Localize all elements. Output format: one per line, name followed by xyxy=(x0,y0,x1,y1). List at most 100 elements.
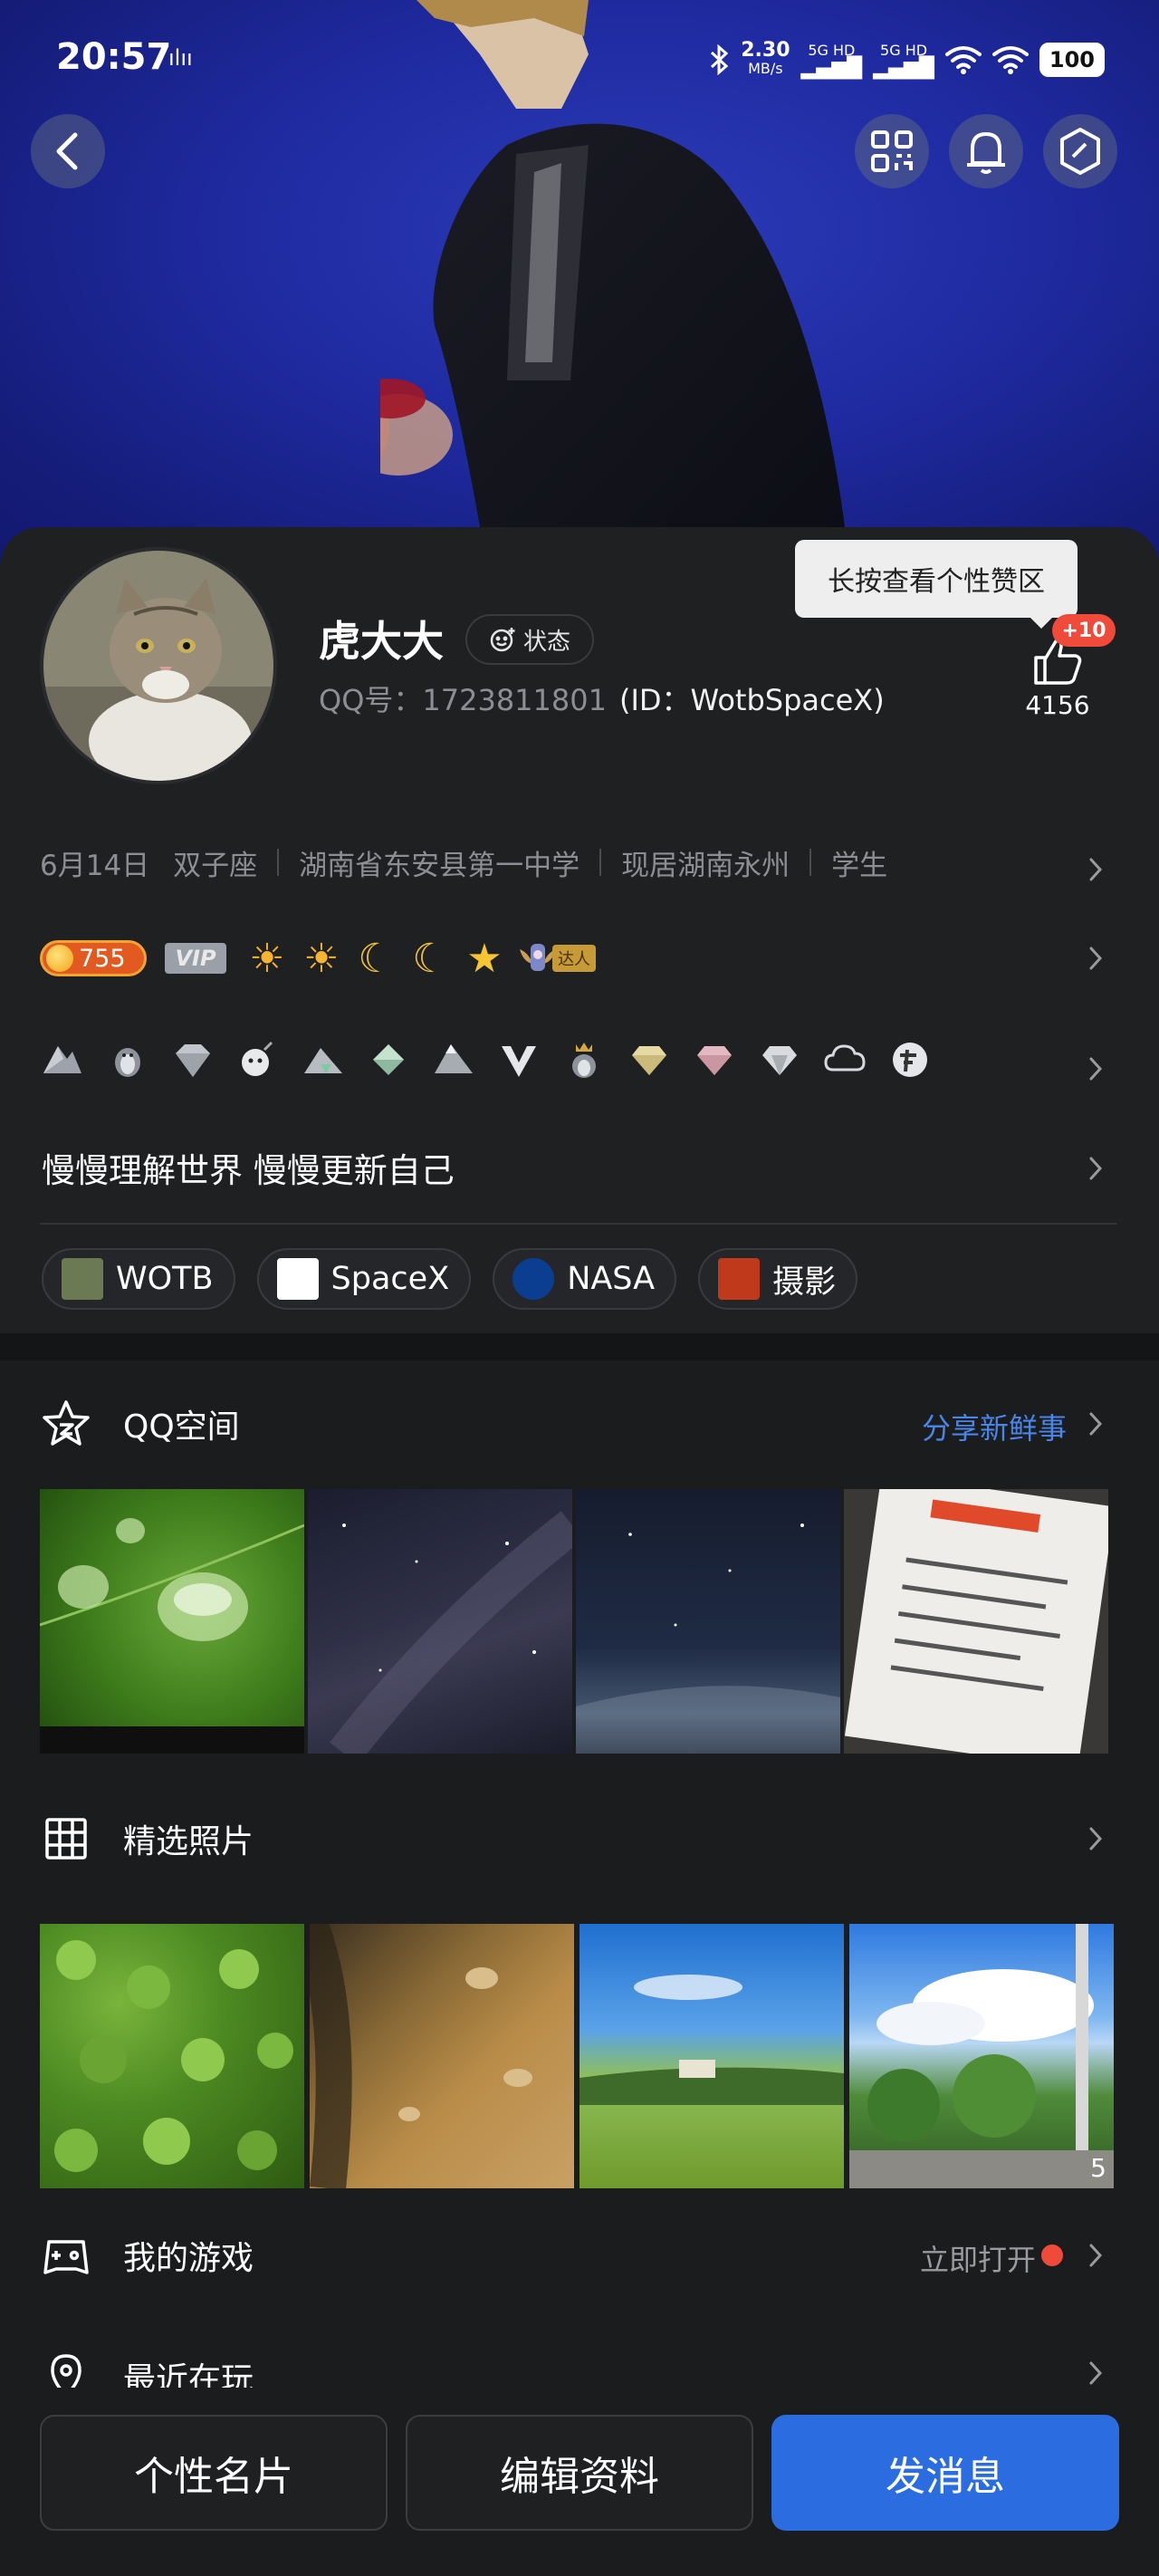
wifi-icon-2 xyxy=(991,46,1029,74)
clover-illustration xyxy=(54,1940,293,2172)
selected-photos-section: 精选照片 5 xyxy=(0,1793,1159,2210)
coin-icon xyxy=(46,945,73,972)
divider xyxy=(599,849,602,876)
grid-icon xyxy=(45,1818,87,1860)
chevron-right-icon xyxy=(1089,1827,1103,1850)
chevron-right-icon xyxy=(1089,858,1103,881)
audio-wave-icon: ılıı xyxy=(168,45,193,71)
back-button[interactable] xyxy=(31,114,105,188)
photography-icon xyxy=(718,1258,761,1300)
recent-section[interactable]: 最近在玩 xyxy=(0,2310,1159,2388)
selected-photo-ground[interactable] xyxy=(310,1924,574,2188)
spacex-logo-icon xyxy=(276,1258,319,1300)
settings-button[interactable] xyxy=(1043,114,1117,188)
cover-photo[interactable]: 20:57 ılıı 2.30 MB/s 5G HD ▂▄▆█ 5G HD ▂▄… xyxy=(0,0,1159,580)
ticket-illustration xyxy=(844,1489,1108,1754)
qzone-photo-waterdrop[interactable] xyxy=(40,1489,304,1754)
selected-photos-title: 精选照片 xyxy=(123,1823,254,1860)
share-new-button[interactable]: 分享新鲜事 xyxy=(922,1406,1067,1447)
tag-wotb[interactable]: WOTB xyxy=(42,1248,235,1310)
qzone-photo-milkyway-1[interactable] xyxy=(308,1489,572,1754)
gamepad-icon xyxy=(43,2240,89,2274)
cat-avatar-image xyxy=(43,551,273,781)
selected-photo-field[interactable] xyxy=(580,1924,844,2188)
interest-tags: WOTB SpaceX NASA 摄影 xyxy=(42,1248,858,1310)
profile-info-row[interactable]: 6月14日 双子座 湖南省东安县第一中学 现居湖南永州 学生 xyxy=(40,837,1126,888)
sun-level-icon: ☀ xyxy=(249,935,285,982)
section-divider xyxy=(40,1223,1117,1225)
tag-nasa[interactable]: NASA xyxy=(493,1248,677,1310)
pink-gem-badge-icon xyxy=(697,1046,732,1075)
status-time: 20:57 xyxy=(56,36,172,78)
level-badges-row[interactable]: 755 VIP ☀ ☀ ☾ ☾ ★ 达人 xyxy=(40,933,610,984)
divider xyxy=(809,849,812,876)
tag-label: SpaceX xyxy=(330,1261,450,1297)
tag-label: 摄影 xyxy=(772,1264,837,1301)
qzone-photos xyxy=(40,1489,1108,1754)
penguin-badge-icon xyxy=(115,1048,140,1077)
qzone-title: QQ空间 xyxy=(123,1408,240,1446)
notification-button[interactable] xyxy=(949,114,1023,188)
chevron-right-icon xyxy=(1089,1412,1103,1436)
qzone-photo-ticket[interactable] xyxy=(844,1489,1108,1754)
battery-level: 100 xyxy=(1039,43,1105,77)
qq-number-line[interactable]: QQ号：1723811801 (ID：WotbSpaceX) xyxy=(319,678,885,719)
moon-level-icon: ☾ xyxy=(358,935,394,982)
divider xyxy=(277,849,280,876)
status-bar: 20:57 ılıı 2.30 MB/s 5G HD ▂▄▆█ 5G HD ▂▄… xyxy=(0,0,1159,118)
level-pill: 755 xyxy=(40,940,147,976)
medal-badges-row[interactable] xyxy=(40,1033,933,1087)
crossfire-badge-icon xyxy=(893,1043,927,1077)
status-button[interactable]: 状态 xyxy=(465,614,594,665)
chevron-left-icon xyxy=(56,132,78,170)
net-speed-unit: MB/s xyxy=(748,60,783,77)
games-title: 我的游戏 xyxy=(123,2240,254,2277)
like-increment-badge: +10 xyxy=(1052,614,1116,647)
gold-gem-badge-icon xyxy=(632,1046,666,1075)
profile-card-button[interactable]: 个性名片 xyxy=(40,2415,388,2531)
chevron-right-icon xyxy=(1089,1157,1103,1180)
nickname: 虎大大 xyxy=(319,617,444,666)
qzone-header[interactable]: QQ空间 xyxy=(40,1397,240,1451)
signature[interactable]: 慢慢理解世界 慢慢更新自己 xyxy=(42,1143,455,1192)
qq-number: QQ号：1723811801 xyxy=(319,683,607,717)
zodiac: 双子座 xyxy=(173,849,258,882)
recent-header: 最近在玩 xyxy=(40,2350,254,2388)
selected-photos-header[interactable]: 精选照片 xyxy=(40,1812,254,1866)
star-outline-icon xyxy=(43,1400,90,1446)
selected-photo-clover[interactable] xyxy=(40,1924,304,2188)
chevron-right-icon xyxy=(1089,1057,1103,1081)
green-gem-badge-icon xyxy=(373,1044,404,1075)
qq-id: (ID：WotbSpaceX) xyxy=(618,683,885,717)
signal-2: 5G HD ▂▄▆█ xyxy=(873,42,934,79)
photo-count-badge: 5 xyxy=(1090,2153,1106,2183)
v-badge-icon xyxy=(502,1046,536,1077)
send-message-button[interactable]: 发消息 xyxy=(771,2415,1119,2531)
avatar[interactable] xyxy=(40,547,277,784)
like-tooltip: 长按查看个性赞区 xyxy=(795,540,1078,618)
open-game-button[interactable]: 立即打开 xyxy=(920,2237,1036,2279)
daren-badge: 达人 xyxy=(516,936,610,981)
status-label: 状态 xyxy=(522,628,570,656)
signal-1: 5G HD ▂▄▆█ xyxy=(801,42,863,79)
qrcode-button[interactable] xyxy=(855,114,929,188)
snow-mountain-badge-icon xyxy=(435,1044,473,1073)
moon-level-icon: ☾ xyxy=(412,935,448,982)
chevron-right-icon xyxy=(1089,947,1103,970)
diamond-badge-icon xyxy=(176,1044,210,1077)
mountain-green-badge-icon xyxy=(304,1048,342,1073)
selected-photo-campus[interactable]: 5 xyxy=(849,1924,1114,2188)
wifi-icon-1 xyxy=(944,46,982,74)
edit-profile-button[interactable]: 编辑资料 xyxy=(406,2415,753,2531)
qzone-photo-milkyway-2[interactable] xyxy=(576,1489,840,1754)
occupation: 学生 xyxy=(831,849,888,882)
bottom-action-bar: 个性名片 编辑资料 发消息 xyxy=(0,2388,1159,2576)
hexagon-settings-icon xyxy=(1060,128,1100,175)
games-section[interactable]: 我的游戏 立即打开 xyxy=(0,2210,1159,2310)
tag-photography[interactable]: 摄影 xyxy=(698,1248,858,1310)
campus-illustration xyxy=(849,1924,1114,2188)
cloud-badge-icon xyxy=(824,1044,866,1072)
tag-spacex[interactable]: SpaceX xyxy=(256,1248,472,1310)
tag-label: WOTB xyxy=(116,1261,214,1297)
daren-label: 达人 xyxy=(552,945,596,972)
